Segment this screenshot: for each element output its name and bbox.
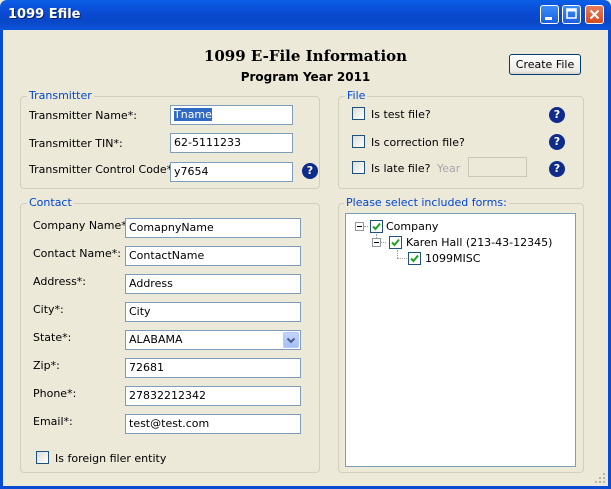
year-label: Year <box>437 162 461 175</box>
contact-group-label: Contact <box>27 196 74 209</box>
transmitter-control-code-label: Transmitter Control Code*: <box>29 163 176 176</box>
company-name-field[interactable]: ComapnyName <box>125 218 301 238</box>
main-window: 1099 Efile 1099 E-File Information Progr… <box>0 0 611 489</box>
foreign-filer-label: Is foreign filer entity <box>55 452 167 465</box>
is-test-file-label: Is test file? <box>371 108 431 121</box>
is-test-file-checkbox[interactable] <box>352 107 365 120</box>
transmitter-group-label: Transmitter <box>27 89 94 102</box>
year-field[interactable] <box>468 157 527 177</box>
help-icon[interactable]: ? <box>302 163 318 179</box>
resize-grip-icon[interactable] <box>594 472 606 484</box>
state-label: State*: <box>33 331 72 344</box>
forms-tree: Company Karen Hall (213-43-12345) 1099MI… <box>345 213 576 467</box>
maximize-icon <box>566 8 577 19</box>
address-label: Address*: <box>33 275 87 288</box>
checkmark-icon <box>391 238 400 247</box>
minimize-button[interactable] <box>540 5 559 24</box>
is-late-file-label: Is late file? <box>371 162 431 175</box>
tree-node-employee-expander[interactable] <box>372 238 381 247</box>
dropdown-button[interactable] <box>283 332 299 348</box>
is-late-file-checkbox[interactable] <box>352 161 365 174</box>
state-select[interactable]: ALABAMA <box>125 330 301 350</box>
close-button[interactable] <box>585 5 604 24</box>
phone-label: Phone*: <box>33 387 77 400</box>
state-select-value: ALABAMA <box>129 333 183 346</box>
city-field[interactable]: City <box>125 302 301 322</box>
transmitter-name-field[interactable]: Tname <box>170 105 293 125</box>
email-label: Email*: <box>33 415 73 428</box>
tree-node-form-checkbox[interactable] <box>408 252 421 265</box>
transmitter-name-label: Transmitter Name*: <box>29 109 137 122</box>
tree-connector <box>397 258 407 259</box>
tree-connector <box>364 226 368 227</box>
address-field[interactable]: Address <box>125 274 301 294</box>
window-title: 1099 Efile <box>8 7 81 22</box>
transmitter-name-value: Tname <box>174 108 212 121</box>
zip-field[interactable]: 72681 <box>125 358 301 378</box>
tree-node-employee-label[interactable]: Karen Hall (213-43-12345) <box>406 236 552 249</box>
company-name-label: Company Name*: <box>33 219 131 232</box>
zip-label: Zip*: <box>33 359 60 372</box>
contact-name-field[interactable]: ContactName <box>125 246 301 266</box>
is-correction-file-checkbox[interactable] <box>352 135 365 148</box>
transmitter-control-code-field[interactable]: y7654 <box>170 162 293 182</box>
contact-name-label: Contact Name*: <box>33 247 121 260</box>
tree-connector <box>381 242 386 243</box>
transmitter-tin-field[interactable]: 62-5111233 <box>170 133 293 153</box>
phone-field[interactable]: 27832212342 <box>125 386 301 406</box>
help-icon[interactable]: ? <box>549 161 565 177</box>
chevron-down-icon <box>286 337 296 344</box>
tree-node-form-label[interactable]: 1099MISC <box>425 252 480 265</box>
title-bar[interactable]: 1099 Efile <box>0 0 611 30</box>
email-field[interactable]: test@test.com <box>125 414 301 434</box>
city-label: City*: <box>33 303 64 316</box>
tree-connector <box>397 250 398 258</box>
tree-node-company-label[interactable]: Company <box>386 220 438 233</box>
checkmark-icon <box>410 254 419 263</box>
minimize-icon <box>545 17 552 20</box>
file-group-label: File <box>345 89 368 102</box>
help-icon[interactable]: ? <box>549 134 565 150</box>
create-file-button[interactable]: Create File <box>509 54 581 75</box>
forms-group-label: Please select included forms: <box>344 196 509 209</box>
tree-node-company-expander[interactable] <box>355 222 364 231</box>
collapse-icon <box>374 242 379 243</box>
tree-node-employee-checkbox[interactable] <box>389 236 402 249</box>
checkmark-icon <box>372 222 381 231</box>
foreign-filer-checkbox[interactable] <box>36 451 49 464</box>
help-icon[interactable]: ? <box>549 107 565 123</box>
is-correction-file-label: Is correction file? <box>371 136 465 149</box>
close-icon <box>589 9 600 20</box>
collapse-icon <box>357 226 362 227</box>
transmitter-tin-label: Transmitter TIN*: <box>29 137 123 150</box>
tree-node-company-checkbox[interactable] <box>370 220 383 233</box>
maximize-button[interactable] <box>562 5 581 24</box>
